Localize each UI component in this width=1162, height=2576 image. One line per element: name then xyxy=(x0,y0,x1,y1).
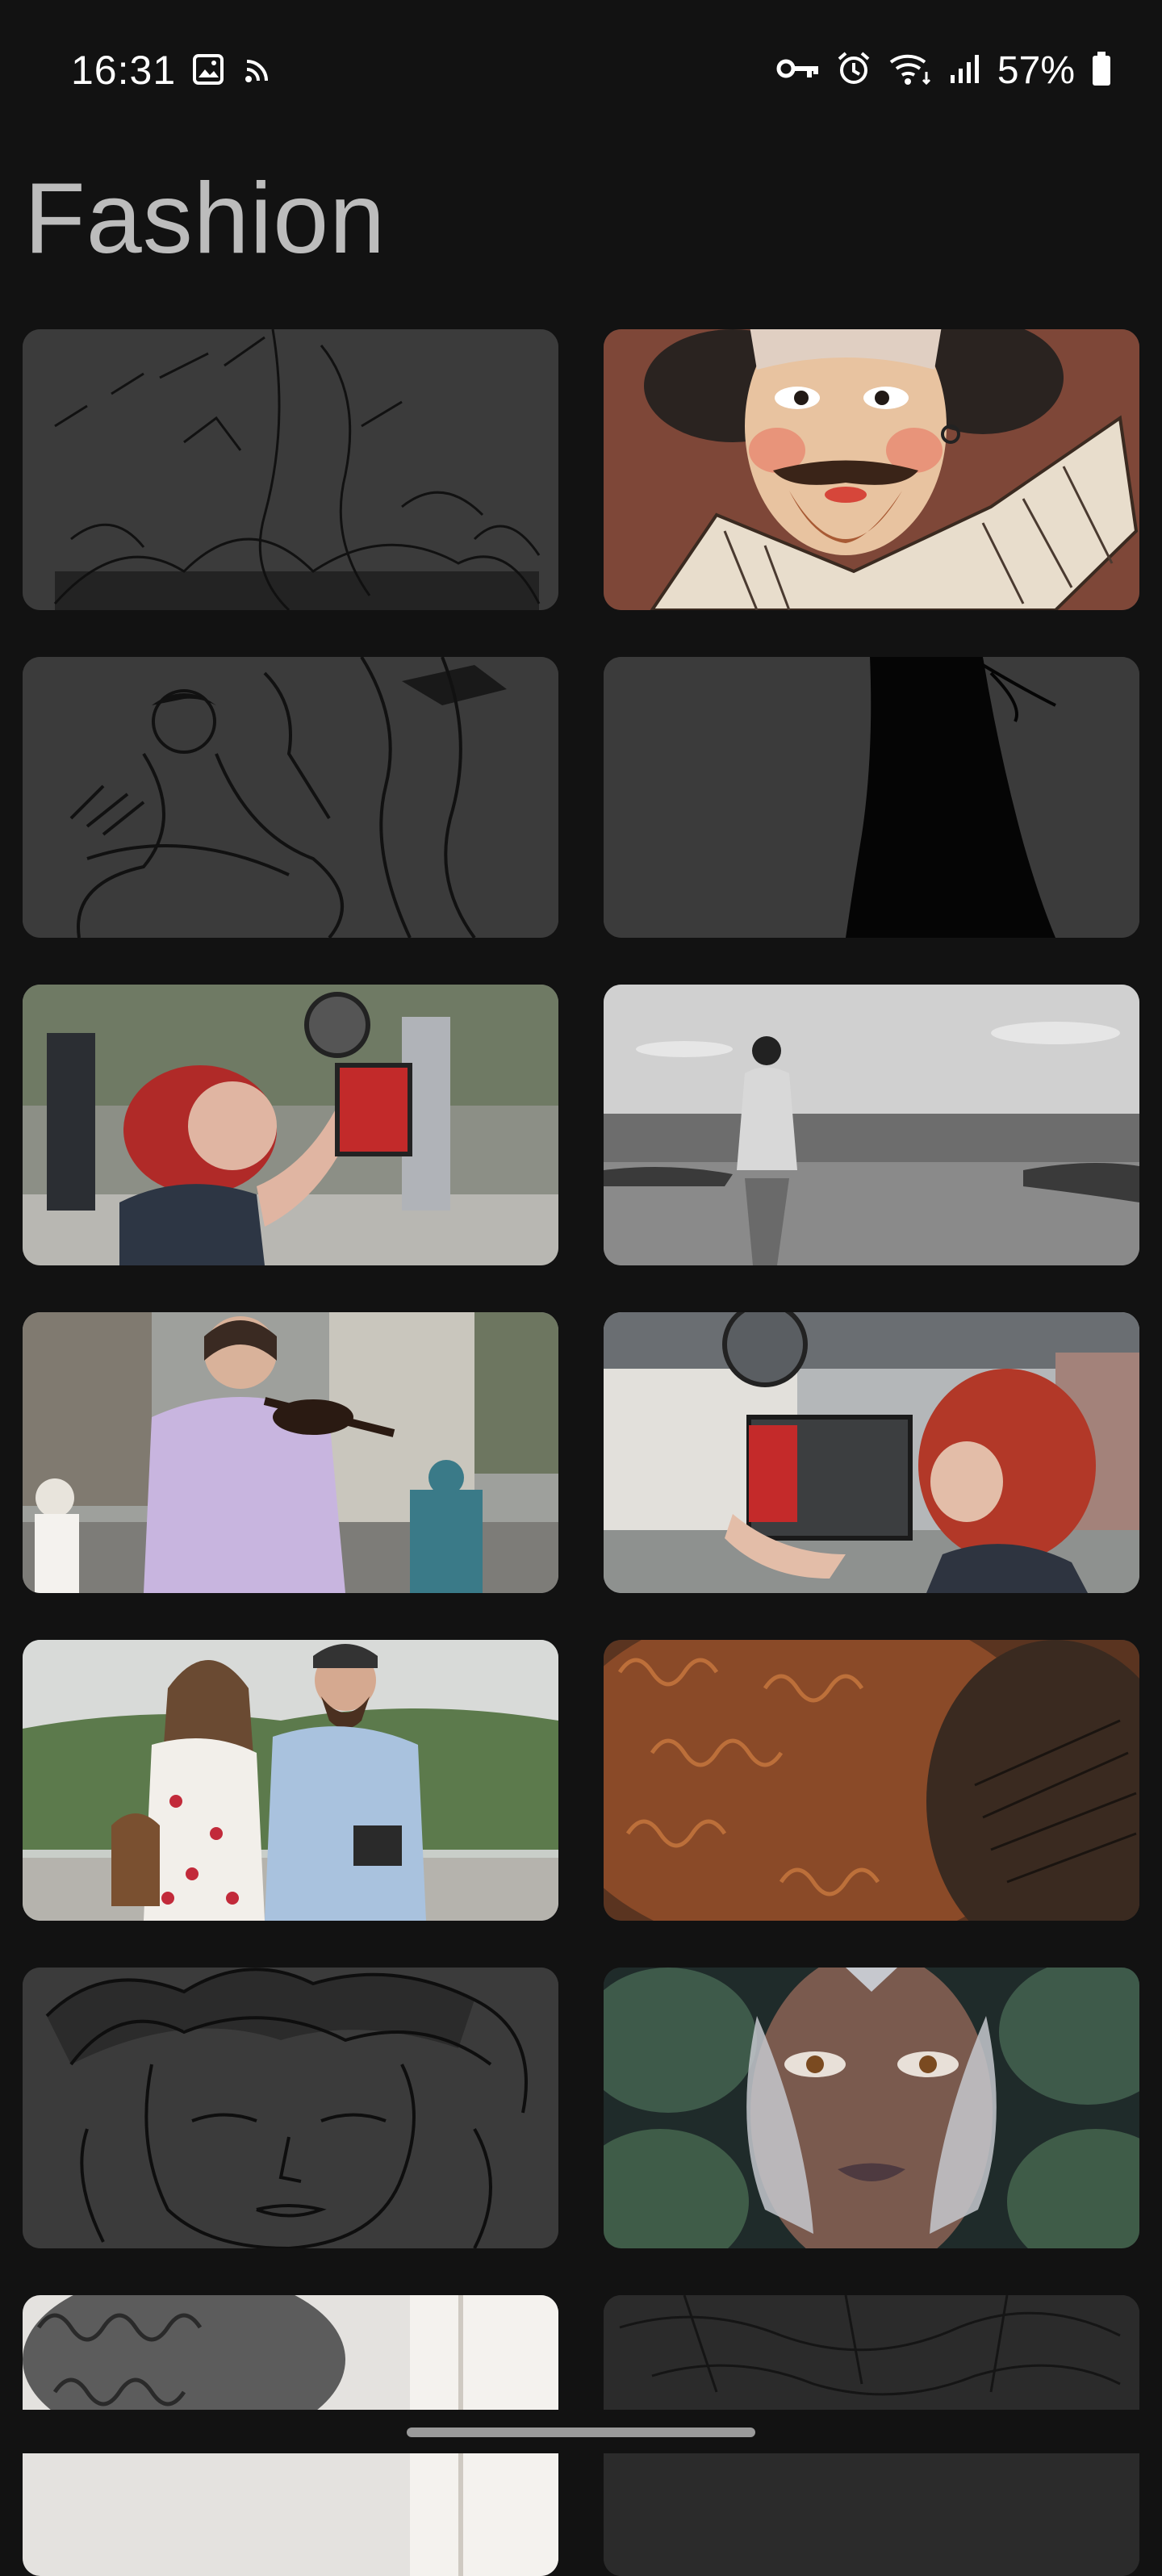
gallery-tile-shakespeare-portrait[interactable] xyxy=(604,329,1139,610)
woman-vintage-camera-image xyxy=(604,1312,1139,1593)
woman-at-sea-image xyxy=(604,985,1139,1265)
gallery-tile-line-art-face[interactable] xyxy=(23,1968,558,2248)
line-art-couple-image xyxy=(23,657,558,938)
image-icon xyxy=(192,53,224,90)
gallery-tile-line-art-garden[interactable] xyxy=(23,329,558,610)
gallery-tile-vintage-camera[interactable] xyxy=(604,1312,1139,1593)
status-time: 16:31 xyxy=(71,48,177,93)
gallery-tile-woman-sea[interactable] xyxy=(604,985,1139,1265)
red-haired-woman-camera-image xyxy=(23,985,558,1265)
gallery-tile-line-art-couple[interactable] xyxy=(23,657,558,938)
page-title: Fashion xyxy=(24,163,387,274)
curly-red-hair-image xyxy=(604,1640,1139,1921)
line-art-woman-face-image xyxy=(23,1968,558,2248)
couple-camera-image xyxy=(23,1640,558,1921)
gallery-tile-curly-hair[interactable] xyxy=(604,1640,1139,1921)
battery-percent: 57% xyxy=(997,49,1075,92)
gesture-navigation-handle[interactable] xyxy=(407,2428,755,2437)
shakespeare-portrait-image xyxy=(604,329,1139,610)
woman-violin-image xyxy=(23,1312,558,1593)
gallery-tile-red-hair-camera[interactable] xyxy=(23,985,558,1265)
gallery-tile-silhouette-dress[interactable] xyxy=(604,657,1139,938)
vpn-key-icon xyxy=(776,54,820,87)
line-art-garden-image xyxy=(23,329,558,610)
cast-icon xyxy=(244,55,273,88)
ornate-face-mask-image xyxy=(604,1968,1139,2248)
battery-icon xyxy=(1091,51,1112,90)
wifi-icon xyxy=(888,51,933,90)
signal-icon xyxy=(949,52,981,89)
gallery-tile-ornate-mask[interactable] xyxy=(604,1968,1139,2248)
alarm-icon xyxy=(836,51,872,90)
gallery-tile-couple-camera[interactable] xyxy=(23,1640,558,1921)
gallery-tile-violin[interactable] xyxy=(23,1312,558,1593)
silhouette-dress-image xyxy=(604,657,1139,938)
status-bar: 16:31 57% xyxy=(0,0,1162,145)
